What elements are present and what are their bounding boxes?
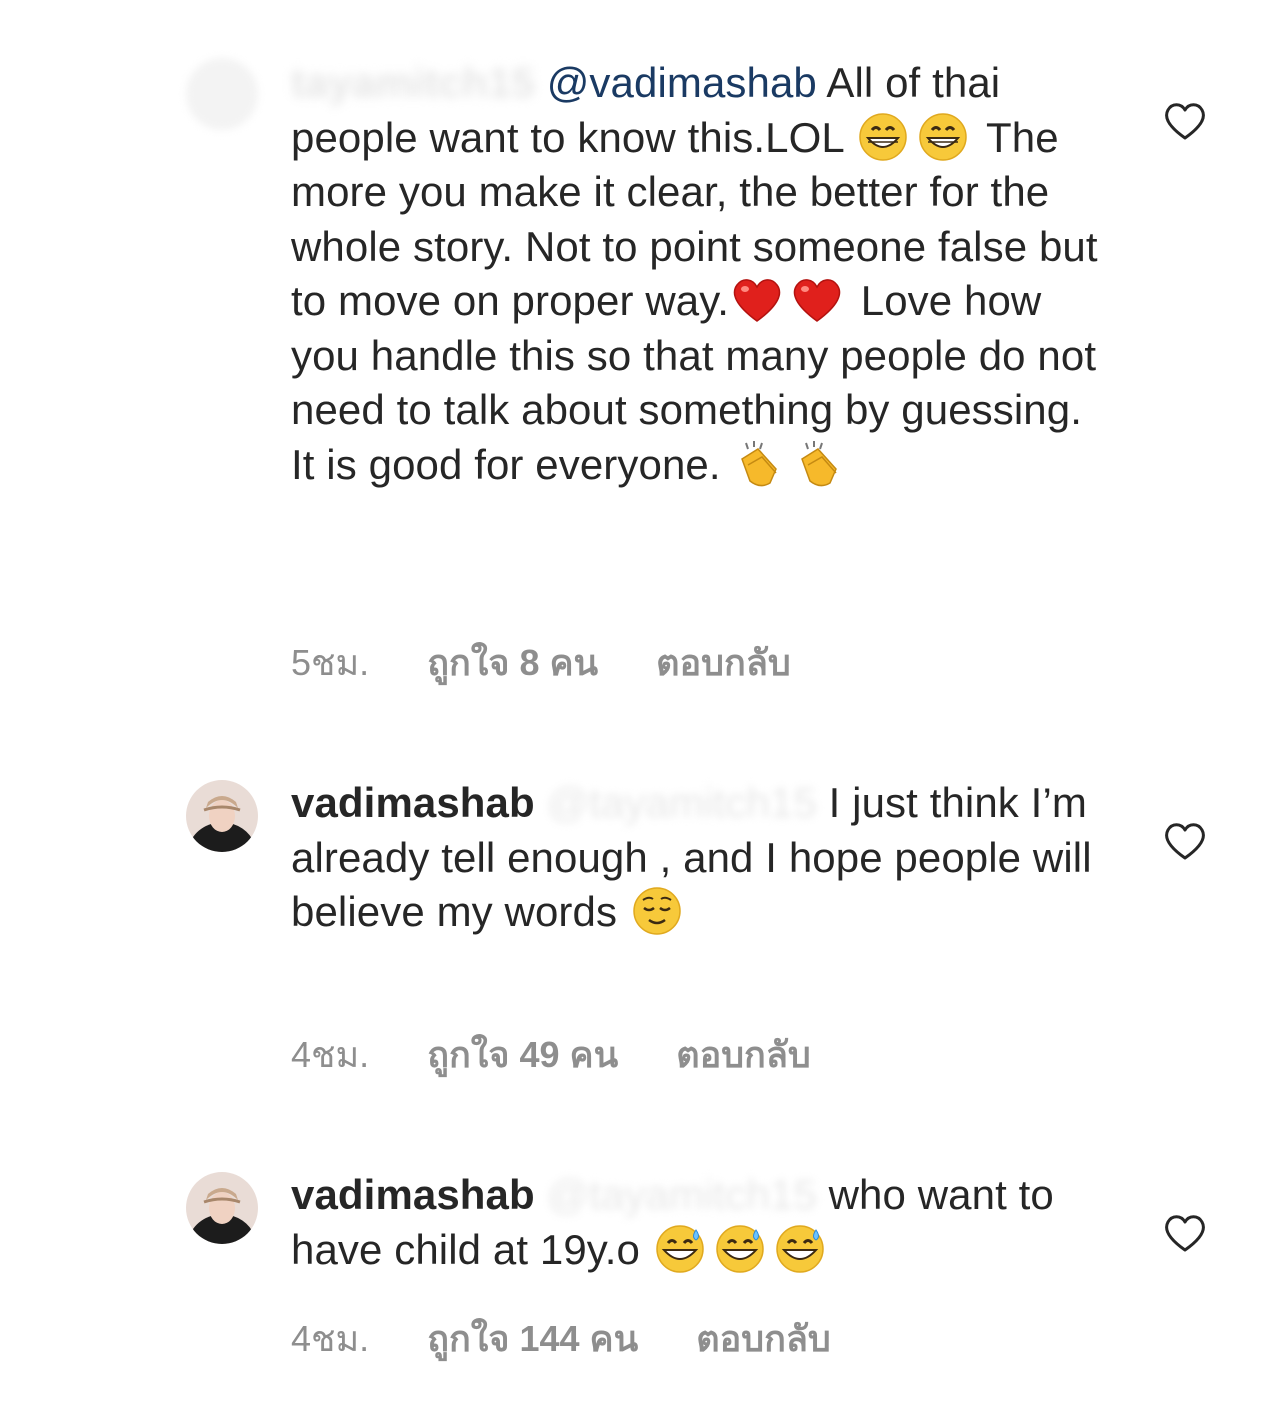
mention-link[interactable]: @vadimashab [547,59,817,106]
comment-text: vadimashab @tayamitch15 I just think I’m… [291,776,1111,940]
like-heart-icon[interactable] [1162,820,1208,862]
avatar[interactable] [186,1172,258,1244]
reply-button[interactable]: ตอบกลับ [676,1026,811,1083]
red-heart-icon [789,275,845,325]
comment-username[interactable]: vadimashab [291,779,535,826]
clapping-hands-icon [792,439,848,489]
red-heart-icon [729,275,785,325]
comment-username[interactable]: vadimashab [291,1171,535,1218]
avatar[interactable] [186,780,258,852]
reply-button[interactable]: ตอบกลับ [656,634,791,691]
comment-likes[interactable]: ถูกใจ 144 คน [427,1310,638,1367]
grinning-face-icon [855,112,911,162]
like-heart-icon[interactable] [1162,100,1208,142]
like-heart-icon[interactable] [1162,1212,1208,1254]
reply-button[interactable]: ตอบกลับ [696,1310,831,1367]
grinning-face-icon [915,112,971,162]
comment-likes[interactable]: ถูกใจ 8 คน [427,634,598,691]
comment-time: 4ชม. [291,1318,370,1359]
comment-likes[interactable]: ถูกใจ 49 คน [427,1026,618,1083]
mention-link[interactable]: @tayamitch15 [547,1171,817,1218]
avatar[interactable] [186,58,258,130]
comment-text: vadimashab @tayamitch15 who want to have… [291,1168,1111,1277]
comment-text: tayamitch15 @vadimashab All of thai peop… [291,56,1111,492]
grinning-sweat-face-icon [652,1224,708,1274]
comment-time: 5ชม. [291,642,370,683]
grinning-sweat-face-icon [712,1224,768,1274]
relieved-face-icon [629,886,685,936]
mention-link[interactable]: @tayamitch15 [547,779,817,826]
comment-meta: 4ชม. ถูกใจ 144 คน ตอบกลับ [291,1310,831,1367]
comment-time: 4ชม. [291,1034,370,1075]
comment-meta: 4ชม. ถูกใจ 49 คน ตอบกลับ [291,1026,811,1083]
clapping-hands-icon [732,439,788,489]
comment-username[interactable]: tayamitch15 [291,59,535,106]
comment-meta: 5ชม. ถูกใจ 8 คน ตอบกลับ [291,634,791,691]
grinning-sweat-face-icon [772,1224,828,1274]
